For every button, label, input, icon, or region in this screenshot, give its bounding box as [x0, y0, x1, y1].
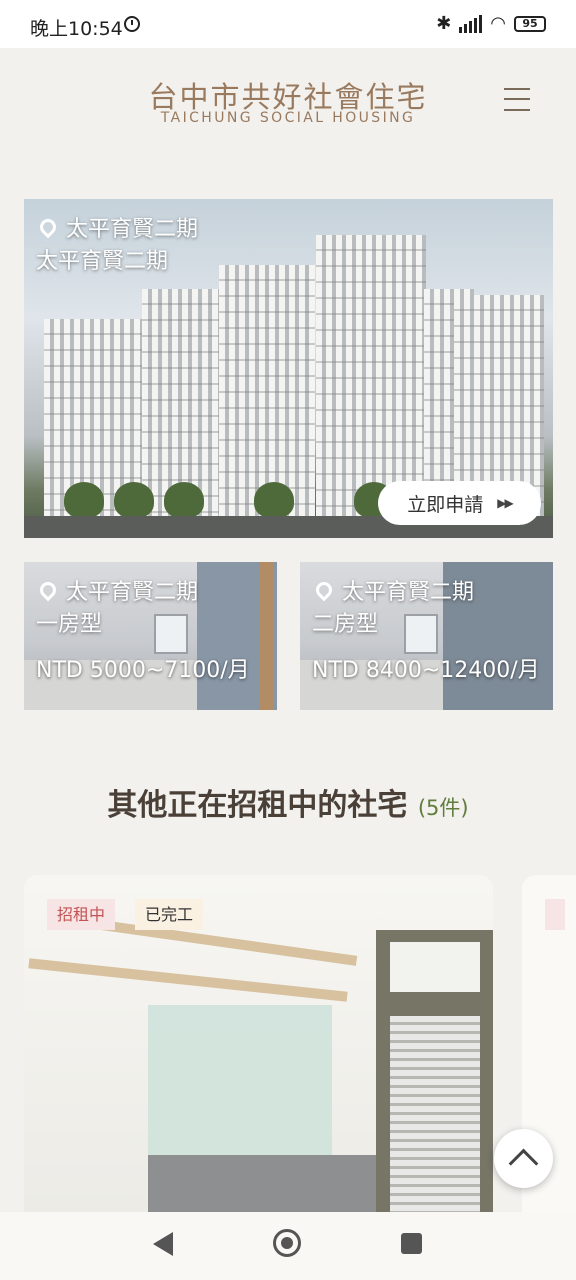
location-label: 太平育賢二期: [36, 574, 198, 606]
counter-image: [148, 1155, 378, 1215]
battery-icon: 95: [514, 15, 546, 32]
apply-now-button[interactable]: 立即申請 ▶▶: [378, 481, 541, 525]
wifi-icon: ◠: [490, 13, 506, 34]
location-text: 太平育賢二期: [66, 580, 199, 605]
section-title-text: 其他正在招租中的社宅: [107, 788, 408, 823]
housing-title: 太平育賢二期: [36, 249, 169, 274]
shelf-image: [28, 958, 348, 1002]
location-label: 太平育賢二期: [36, 211, 198, 243]
bluetooth-icon: ✱: [436, 13, 452, 34]
map-pin-icon: [36, 215, 60, 239]
back-icon[interactable]: [153, 1232, 173, 1256]
unit-card-one-room[interactable]: 太平育賢二期 一房型 NTD 5000~7100/月: [24, 562, 277, 710]
status-badge-renting: 招租中: [47, 899, 116, 930]
listing-card[interactable]: 招租中 已完工: [24, 875, 493, 1215]
building-image: [316, 235, 426, 519]
double-play-icon: ▶▶: [497, 496, 514, 510]
hamburger-menu-icon[interactable]: [504, 86, 530, 112]
apply-now-label: 立即申請: [407, 493, 484, 516]
signal-icon: [459, 14, 483, 33]
location-label: 太平育賢二期: [312, 574, 474, 606]
status-time: 晚上10:54: [30, 18, 123, 40]
unit-type: 一房型: [36, 612, 103, 637]
status-badge-completed: 已完工: [135, 899, 204, 930]
alarm-icon: [124, 16, 140, 32]
home-icon[interactable]: [273, 1229, 301, 1257]
section-title: 其他正在招租中的社宅 (5件): [0, 780, 576, 824]
location-text: 太平育賢二期: [342, 580, 475, 605]
listing-count: (5件): [417, 796, 469, 820]
building-image: [219, 265, 315, 519]
featured-housing-card[interactable]: 太平育賢二期 太平育賢二期 立即申請 ▶▶: [24, 199, 553, 538]
recent-apps-icon[interactable]: [401, 1233, 422, 1254]
site-subtitle: TAICHUNG SOCIAL HOUSING: [160, 110, 416, 126]
status-bar: 晚上10:54 ✱ ◠ 95: [0, 0, 576, 48]
unit-card-two-room[interactable]: 太平育賢二期 二房型 NTD 8400~12400/月: [300, 562, 553, 710]
location-text: 太平育賢二期: [66, 217, 199, 242]
kitchen-image: [148, 1005, 332, 1165]
door-image: [376, 930, 493, 1215]
map-pin-icon: [36, 578, 60, 602]
system-nav-bar: [0, 1212, 576, 1280]
map-pin-icon: [312, 578, 336, 602]
chevron-up-icon[interactable]: [494, 1129, 553, 1188]
unit-price: NTD 5000~7100/月: [36, 658, 250, 683]
unit-price: NTD 8400~12400/月: [312, 658, 540, 683]
status-indicators: ✱ ◠ 95: [436, 13, 546, 34]
unit-type: 二房型: [312, 612, 379, 637]
